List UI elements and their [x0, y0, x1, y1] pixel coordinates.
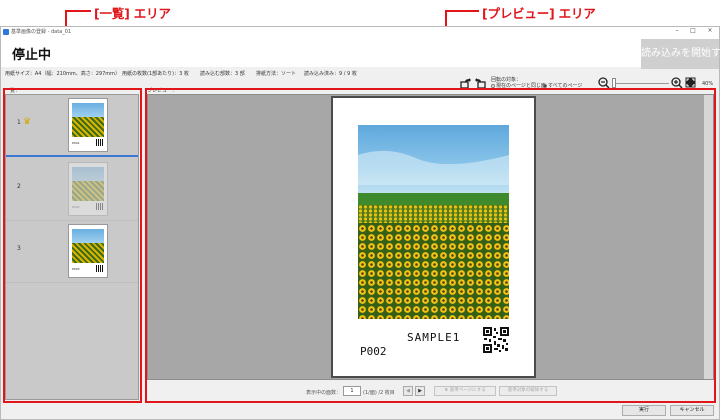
annotation-leader-preview-horizontal: [445, 10, 479, 12]
maximize-button[interactable]: □: [687, 27, 699, 34]
cancel-button[interactable]: キャンセル: [670, 405, 714, 416]
run-button[interactable]: 実行: [622, 405, 666, 416]
sheets-per-copy-info: 用紙の枚数(1部あたり)：3 枚: [122, 71, 189, 77]
copies-info: 読み込む部数：3 部: [200, 71, 245, 77]
start-reading-button[interactable]: 読み込みを開始する: [641, 39, 720, 69]
zoom-value: 40%: [702, 81, 714, 87]
zoom-slider-knob[interactable]: [612, 78, 616, 88]
window-title: 基準画像の登録 - data_01: [11, 29, 72, 35]
title-bar: 基準画像の登録 - data_01 – □ ×: [1, 27, 719, 37]
list-area-highlight: [3, 88, 142, 403]
preview-area-highlight: [145, 88, 716, 403]
zoom-slider[interactable]: [613, 83, 669, 84]
app-icon: [3, 29, 9, 35]
status-text: 停止中: [12, 48, 52, 63]
minimize-button[interactable]: –: [671, 27, 683, 34]
annotation-list-area: [一覧] エリア: [94, 6, 171, 21]
header: 停止中 読み込みを開始する: [1, 37, 720, 69]
paper-size-info: 用紙サイズ：A4（幅：210mm、高さ：297mm）: [5, 71, 117, 77]
annotation-preview-area: [プレビュー] エリア: [482, 6, 596, 21]
close-button[interactable]: ×: [704, 27, 716, 34]
sort-info: 排紙方法：ソート: [256, 71, 297, 77]
annotation-leader-list-horizontal: [65, 10, 91, 12]
read-count-info: 読み込み済み：9 / 9 枚: [304, 71, 357, 77]
radio-current[interactable]: [491, 83, 495, 88]
radio-all[interactable]: [543, 83, 547, 88]
fit-icon[interactable]: [685, 77, 696, 88]
